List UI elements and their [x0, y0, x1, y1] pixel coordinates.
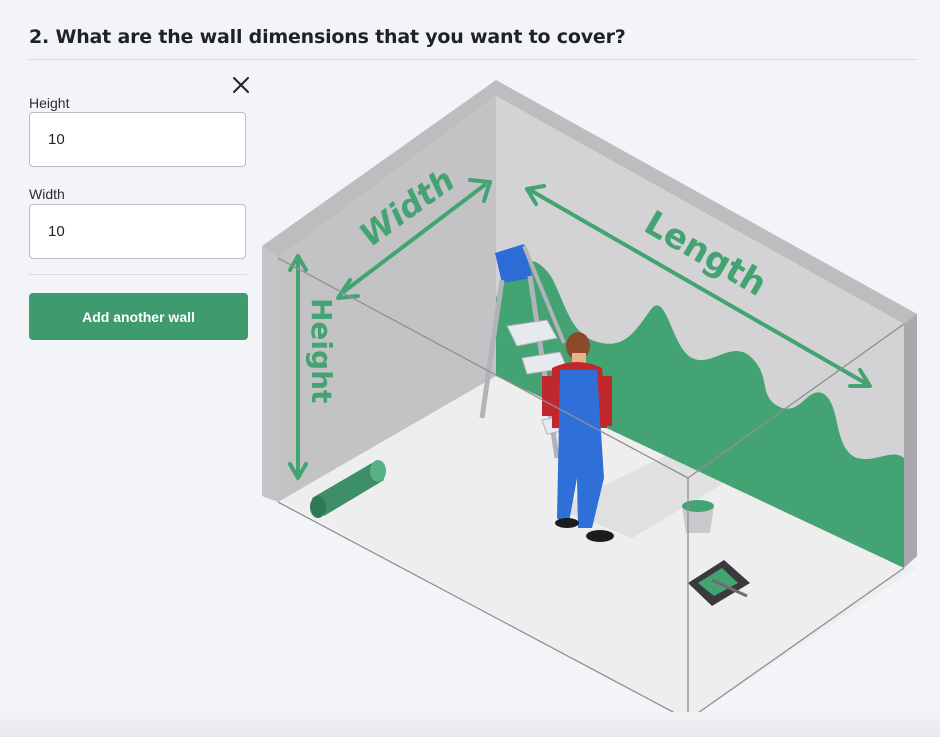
paint-bucket — [682, 500, 714, 533]
question-card: 2. What are the wall dimensions that you… — [12, 8, 934, 737]
bottom-shadow — [0, 712, 940, 737]
room-illustration: Width Length Height — [262, 80, 917, 721]
wall-right-edge — [904, 314, 917, 568]
height-dimension-label: Height — [305, 298, 338, 403]
wall-left-edge — [262, 246, 278, 502]
